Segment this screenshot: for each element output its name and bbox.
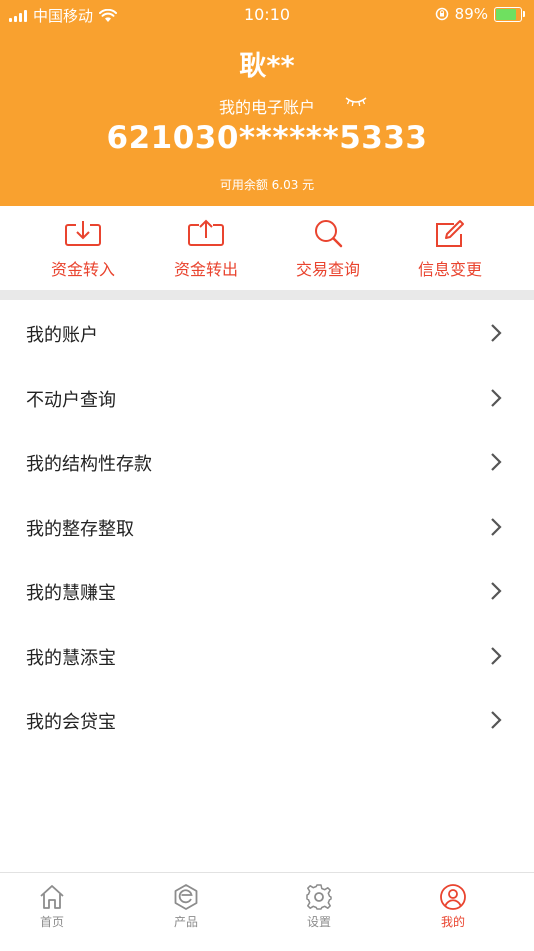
- rotation-lock-icon: [435, 7, 448, 21]
- menu-item-fixed-deposit[interactable]: 我的整存整取: [0, 494, 534, 559]
- download-tray-icon: [65, 221, 101, 246]
- account-number: 621030******5333: [106, 120, 428, 156]
- menu-item-structured-deposit[interactable]: 我的结构性存款: [0, 429, 534, 494]
- tab-products[interactable]: 产品: [151, 883, 221, 930]
- menu-item-huitianbao[interactable]: 我的慧添宝: [0, 623, 534, 688]
- menu-item-my-account[interactable]: 我的账户: [0, 300, 534, 365]
- status-bar: 中国移动 10:10 89%: [0, 0, 534, 28]
- tab-settings-label: 设置: [306, 915, 331, 929]
- transfer-out-button[interactable]: 资金转出: [146, 218, 266, 286]
- menu-item-label: 我的整存整取: [26, 518, 134, 540]
- menu-item-label: 我的会贷宝: [26, 712, 116, 733]
- info-change-label: 信息变更: [417, 260, 482, 279]
- menu-item-label: 我的结构性存款: [26, 454, 152, 475]
- menu-item-label: 我的慧添宝: [26, 647, 116, 669]
- tab-settings[interactable]: 设置: [284, 883, 354, 930]
- bottom-tab-bar: 首页 产品 设置 我的: [0, 872, 534, 951]
- chevron-right-icon: [491, 388, 502, 407]
- section-divider: [0, 290, 534, 300]
- chevron-right-icon: [491, 582, 502, 600]
- transaction-query-button[interactable]: 交易查询: [268, 218, 388, 286]
- battery-percent: 89%: [454, 5, 488, 23]
- upload-tray-icon: [188, 219, 224, 246]
- transfer-in-label: 资金转入: [50, 260, 115, 279]
- gear-icon: [306, 884, 332, 910]
- tab-mine-label: 我的: [440, 915, 465, 929]
- eye-closed-icon[interactable]: [345, 95, 367, 107]
- search-icon: [315, 220, 343, 248]
- chevron-right-icon: [491, 324, 502, 342]
- account-header: 中国移动 10:10 89% 耿** 我的电子账户 621030******53…: [0, 0, 534, 206]
- tab-mine[interactable]: 我的: [418, 883, 488, 930]
- account-label: 我的电子账户: [218, 98, 315, 117]
- transaction-query-label: 交易查询: [295, 260, 360, 279]
- tab-home-label: 首页: [39, 915, 64, 929]
- chevron-right-icon: [491, 517, 502, 536]
- tab-products-label: 产品: [173, 915, 198, 929]
- menu-item-dormant-query[interactable]: 不动户查询: [0, 365, 534, 430]
- home-icon: [40, 885, 64, 909]
- user-icon: [440, 884, 466, 910]
- menu-item-label: 我的慧赚宝: [26, 583, 116, 604]
- info-change-button[interactable]: 信息变更: [390, 218, 510, 286]
- menu-item-huizhuanbao[interactable]: 我的慧赚宝: [0, 558, 534, 623]
- user-name: 耿**: [239, 51, 295, 82]
- product-icon: [174, 884, 198, 910]
- menu-item-label: 我的账户: [26, 325, 98, 346]
- edit-icon: [436, 220, 464, 247]
- transfer-in-button[interactable]: 资金转入: [23, 218, 143, 286]
- transfer-out-label: 资金转出: [173, 260, 238, 279]
- tab-home[interactable]: 首页: [17, 883, 87, 930]
- chevron-right-icon: [491, 453, 502, 471]
- account-menu: 我的账户 不动户查询 我的结构性存款 我的整存整取 我的慧赚宝 我的慧添宝 我的…: [0, 300, 534, 752]
- chevron-right-icon: [491, 646, 502, 665]
- available-balance: 可用余额 6.03 元: [219, 178, 315, 192]
- battery-icon: [494, 6, 525, 22]
- menu-item-label: 不动户查询: [26, 389, 116, 411]
- quick-actions: 资金转入 资金转出 交易查询 信息变更: [0, 206, 534, 290]
- chevron-right-icon: [491, 711, 502, 729]
- menu-item-huidaibao[interactable]: 我的会贷宝: [0, 687, 534, 752]
